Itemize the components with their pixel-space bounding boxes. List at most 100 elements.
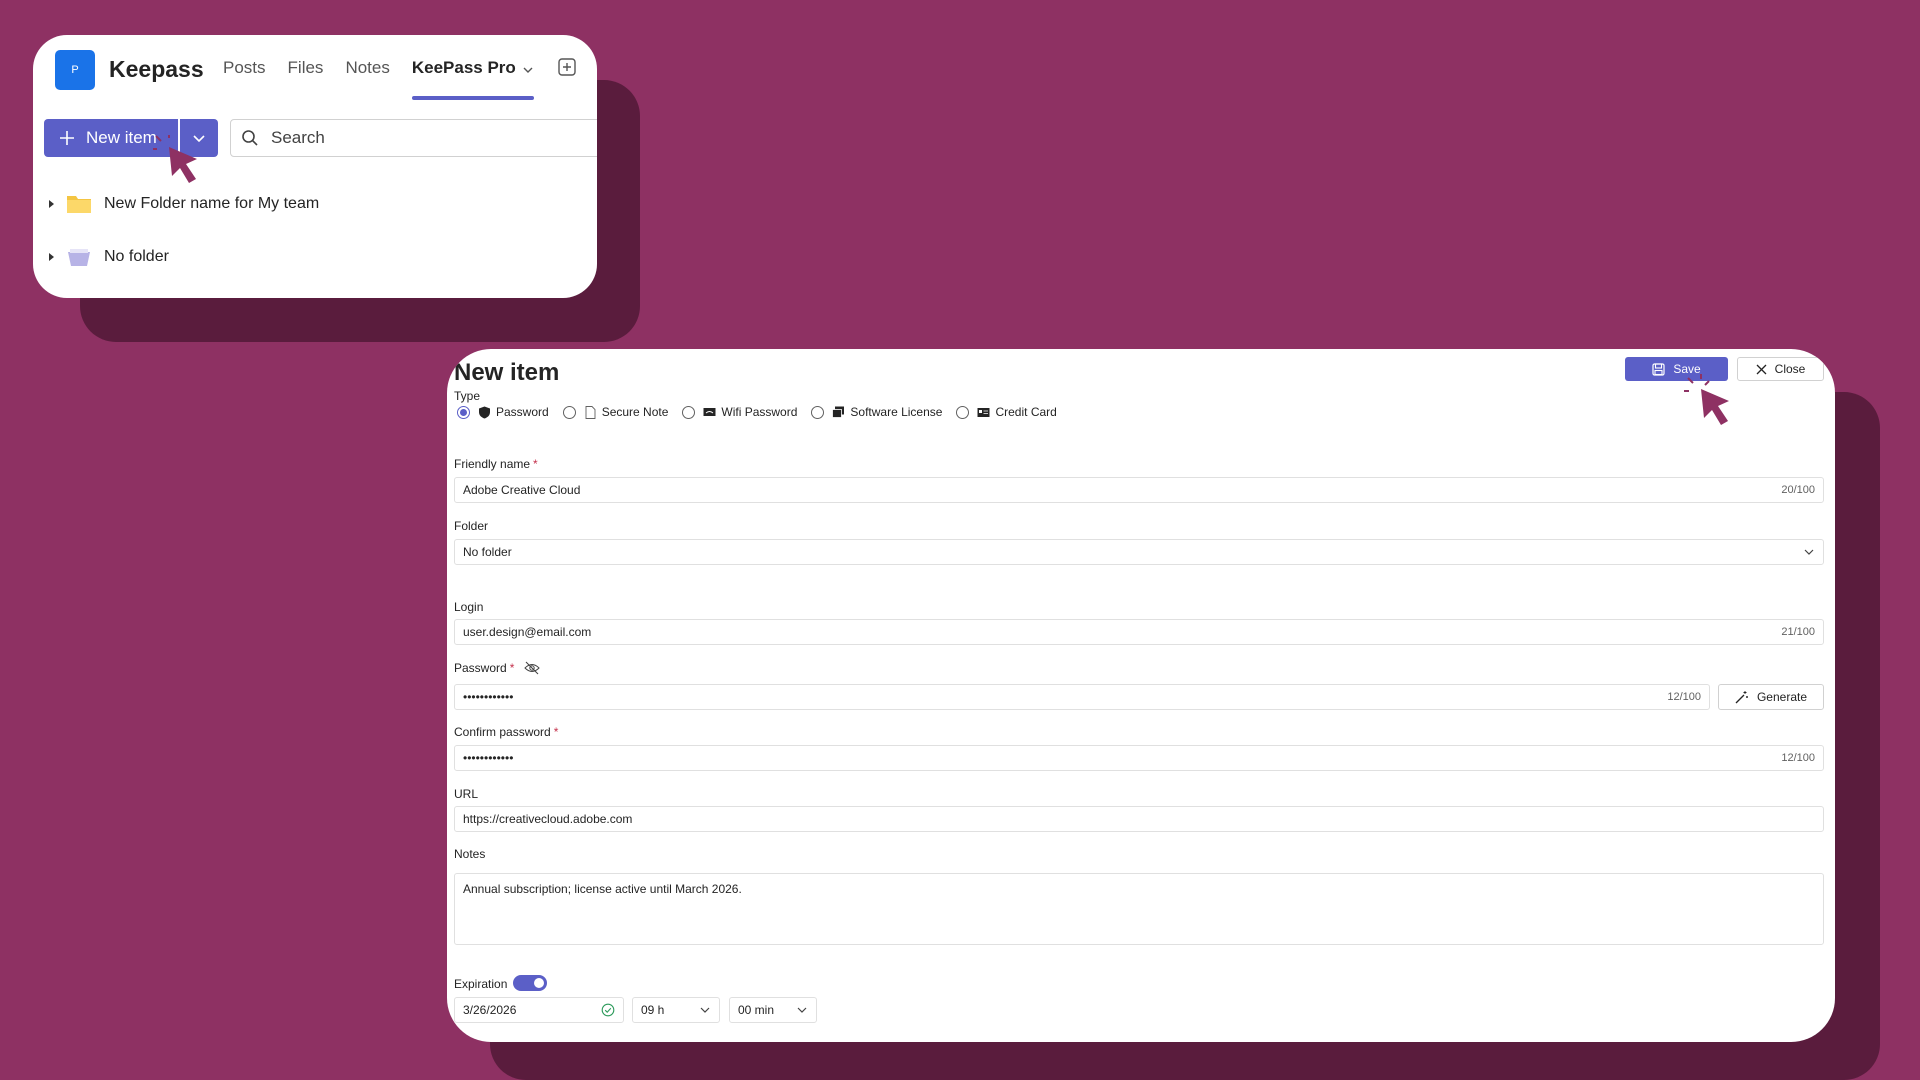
login-input[interactable]: user.design@email.com 21/100 (454, 619, 1824, 645)
friendly-name-label: Friendly name * (454, 457, 538, 471)
wifi-card-icon (703, 407, 716, 416)
expiration-minute-value: 00 min (738, 1003, 775, 1017)
url-value: https://creativecloud.adobe.com (463, 812, 633, 826)
tab-files[interactable]: Files (288, 58, 324, 100)
note-icon (585, 405, 596, 419)
app-title: Keepass (109, 56, 204, 82)
notes-label: Notes (454, 847, 486, 861)
credit-card-icon (977, 407, 990, 417)
type-option-wifi-password[interactable]: Wifi Password (682, 405, 797, 419)
type-option-label: Credit Card (995, 405, 1057, 419)
radio-button[interactable] (956, 405, 970, 419)
char-counter: 12/100 (1781, 752, 1815, 764)
expiration-minute-select[interactable]: 00 min (729, 997, 817, 1023)
type-option-label: Wifi Password (721, 405, 798, 419)
plus-icon (60, 131, 74, 145)
chevron-down-icon (1804, 549, 1814, 555)
type-radio-group: Password Secure Note Wifi Password Softw… (457, 405, 1071, 419)
confirm-password-label: Confirm password * (454, 725, 559, 739)
chevron-down-icon (523, 67, 533, 73)
type-option-label: Software License (850, 405, 943, 419)
radio-button[interactable] (562, 405, 576, 419)
search-placeholder: Search (271, 128, 325, 147)
cursor-pointer-icon (1684, 374, 1729, 425)
add-tab-icon[interactable] (557, 57, 577, 77)
login-value: user.design@email.com (463, 625, 592, 639)
password-value: •••••••••••• (463, 690, 514, 704)
app-logo-letter: P (71, 64, 79, 76)
expand-caret-icon[interactable] (49, 253, 54, 261)
expiration-hour-value: 09 h (641, 1003, 665, 1017)
tab-bar: Posts Files Notes KeePass Pro (223, 58, 534, 100)
password-input[interactable]: •••••••••••• 12/100 (454, 684, 1710, 710)
type-option-password[interactable]: Password (457, 405, 549, 419)
confirm-password-label-text: Confirm password (454, 725, 551, 739)
tab-label: Notes (345, 58, 390, 77)
type-option-label: Password (496, 405, 549, 419)
friendly-name-input[interactable]: Adobe Creative Cloud 20/100 (454, 477, 1824, 503)
confirm-password-value: •••••••••••• (463, 751, 514, 765)
folder-label: New Folder name for My team (104, 195, 320, 212)
radio-button[interactable] (457, 405, 470, 419)
radio-button[interactable] (682, 405, 696, 419)
confirm-password-input[interactable]: •••••••••••• 12/100 (454, 745, 1824, 771)
cursor-pointer-icon (153, 135, 197, 183)
url-label: URL (454, 787, 479, 801)
type-label: Type (454, 389, 481, 403)
folder-value: No folder (463, 545, 512, 559)
search-input[interactable]: Search (230, 119, 597, 157)
license-icon (832, 406, 845, 418)
shield-icon (479, 406, 490, 418)
folder-row[interactable]: No folder (49, 246, 169, 268)
friendly-name-label-text: Friendly name (454, 457, 531, 471)
chevron-down-icon (700, 1007, 710, 1013)
folder-label: Folder (454, 519, 489, 533)
char-counter: 20/100 (1781, 484, 1815, 496)
folder-label: No folder (104, 248, 169, 265)
login-label: Login (454, 600, 484, 614)
close-label: Close (1774, 362, 1806, 376)
tab-label: KeePass Pro (411, 58, 516, 77)
tab-label: Posts (223, 58, 266, 77)
password-label-text: Password (454, 661, 507, 675)
keepass-app-panel: P Keepass Posts Files Notes KeePass Pro … (33, 35, 597, 298)
password-label: Password * (454, 661, 541, 675)
type-option-label: Secure Note (601, 405, 669, 419)
expand-caret-icon[interactable] (49, 200, 54, 208)
new-item-label: New item (86, 128, 157, 147)
no-folder-icon (68, 249, 90, 266)
type-option-credit-card[interactable]: Credit Card (956, 405, 1057, 419)
magic-wand-icon (1735, 691, 1748, 704)
search-icon (242, 130, 258, 146)
radio-button[interactable] (811, 405, 825, 419)
expiration-label: Expiration (454, 977, 508, 991)
type-option-software-license[interactable]: Software License (811, 405, 942, 419)
eye-off-icon[interactable] (524, 661, 541, 675)
expiration-toggle[interactable] (513, 975, 547, 991)
save-icon (1652, 362, 1665, 376)
check-circle-icon (601, 1003, 615, 1017)
close-button[interactable]: Close (1737, 357, 1824, 381)
friendly-name-value: Adobe Creative Cloud (463, 483, 581, 497)
type-option-secure-note[interactable]: Secure Note (562, 405, 669, 419)
expiration-hour-select[interactable]: 09 h (632, 997, 720, 1023)
tab-posts[interactable]: Posts (223, 58, 266, 100)
folder-select[interactable]: No folder (454, 539, 1824, 565)
tab-keepass-pro[interactable]: KeePass Pro (411, 58, 534, 100)
generate-label: Generate (1756, 690, 1808, 704)
tab-notes[interactable]: Notes (345, 58, 389, 100)
new-item-form: New item Save Close Type Password Secure… (447, 349, 1835, 1042)
notes-textarea[interactable]: Annual subscription; license active unti… (454, 873, 1824, 945)
url-input[interactable]: https://creativecloud.adobe.com (454, 806, 1824, 832)
notes-value: Annual subscription; license active unti… (463, 882, 742, 896)
char-counter: 21/100 (1781, 626, 1815, 638)
expiration-date-input[interactable]: 3/26/2026 (454, 997, 624, 1023)
close-icon (1756, 364, 1767, 374)
folder-row[interactable]: New Folder name for My team (49, 193, 319, 215)
generate-button[interactable]: Generate (1718, 684, 1824, 710)
app-logo: P (55, 50, 95, 90)
chevron-down-icon (797, 1007, 807, 1013)
form-title: New item (454, 359, 560, 386)
folder-icon (67, 196, 91, 213)
tab-label: Files (287, 58, 324, 77)
